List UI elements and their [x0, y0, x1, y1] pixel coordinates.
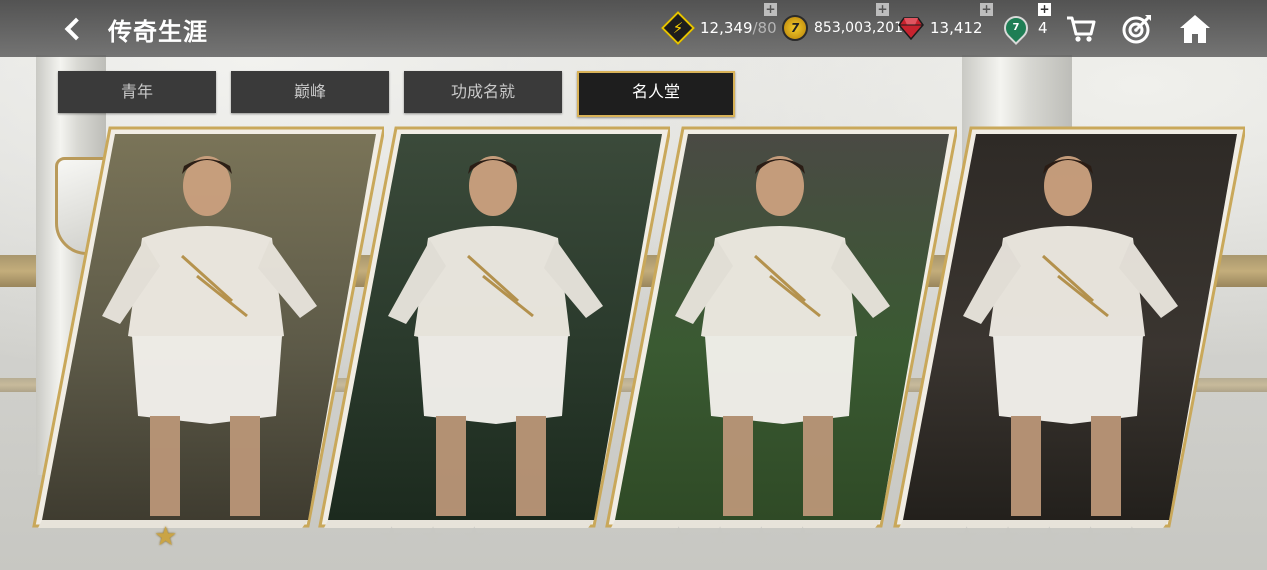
back-arrow-icon[interactable] [60, 13, 90, 43]
star-empty-icon: ★ [996, 522, 1020, 552]
tab-youth[interactable]: 青年 [58, 71, 216, 113]
career-card[interactable] [893, 126, 1245, 528]
currency-points: 7 4 [999, 11, 1048, 45]
star-empty-icon: ★ [380, 522, 404, 552]
page-title: 传奇生涯 [108, 18, 208, 46]
star-empty-icon: ★ [955, 522, 979, 552]
add-coins-button[interactable]: + [876, 3, 889, 16]
cart-icon[interactable] [1064, 12, 1098, 46]
card-star-rating: ★ ★ ★ ★ [667, 522, 832, 552]
top-bar: 传奇生涯 ⚡ 12,349/80 + 7 853,003,201 + 13,41… [0, 0, 1267, 57]
points-value: 4 [1038, 19, 1048, 37]
star-empty-icon: ★ [1120, 522, 1144, 552]
tab-hall-of-fame[interactable]: 名人堂 [577, 71, 735, 117]
star-empty-icon: ★ [462, 522, 486, 552]
points-icon: 7 [999, 11, 1033, 45]
tab-achievement[interactable]: 功成名就 [404, 71, 562, 113]
star-empty-icon: ★ [421, 522, 445, 552]
add-energy-button[interactable]: + [764, 3, 777, 16]
gem-icon [898, 16, 924, 40]
currency-coins: 7 853,003,201 [782, 15, 903, 41]
bolt-icon: ⚡ [661, 11, 695, 45]
tab-peak[interactable]: 巅峰 [231, 71, 389, 113]
player-portrait-hall-of-fame [893, 126, 1245, 528]
gems-value: 13,412 [930, 19, 983, 37]
star-empty-icon: ★ [1078, 522, 1103, 552]
currency-energy: ⚡ 12,349/80 [661, 11, 777, 45]
add-points-button[interactable]: + [1038, 3, 1051, 16]
star-empty-icon: ★ [1037, 522, 1061, 552]
add-gems-button[interactable]: + [980, 3, 993, 16]
energy-max: /80 [752, 19, 777, 37]
star-filled-icon: ★ [154, 522, 178, 552]
energy-value: 12,349 [700, 19, 753, 37]
coins-value: 853,003,201 [814, 20, 904, 36]
card-star-rating: ★ [154, 522, 195, 552]
target-icon[interactable] [1120, 12, 1154, 46]
home-icon[interactable] [1178, 12, 1212, 46]
star-empty-icon: ★ [749, 522, 773, 552]
star-empty-icon: ★ [667, 522, 691, 552]
currency-gems: 13,412 [898, 15, 983, 41]
card-star-rating: ★ ★ ★ ★ ★ [955, 522, 1162, 552]
card-star-rating: ★ ★ ★ [380, 522, 504, 552]
star-empty-icon: ★ [708, 522, 732, 552]
coin-icon: 7 [782, 15, 808, 41]
star-empty-icon: ★ [790, 522, 815, 552]
